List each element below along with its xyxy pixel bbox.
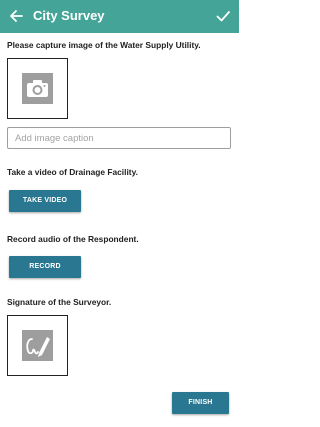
- image-capture-box[interactable]: [7, 58, 68, 119]
- water-supply-label: Please capture image of the Water Supply…: [7, 40, 201, 50]
- signature-label: Signature of the Surveyor.: [7, 297, 112, 307]
- check-icon[interactable]: [215, 8, 231, 24]
- camera-icon: [22, 73, 53, 104]
- signature-pen-icon: [22, 330, 53, 361]
- image-caption-input[interactable]: [7, 127, 231, 149]
- finish-button[interactable]: FINISH: [172, 392, 229, 414]
- drainage-label: Take a video of Drainage Facility.: [7, 167, 138, 177]
- signature-box[interactable]: [7, 315, 68, 376]
- arrow-left-icon[interactable]: [8, 8, 24, 24]
- respondent-label: Record audio of the Respondent.: [7, 234, 139, 244]
- page-title: City Survey: [33, 8, 105, 23]
- app-bar: City Survey: [0, 0, 239, 33]
- record-button[interactable]: RECORD: [9, 256, 81, 278]
- take-video-button[interactable]: TAKE VIDEO: [9, 190, 81, 212]
